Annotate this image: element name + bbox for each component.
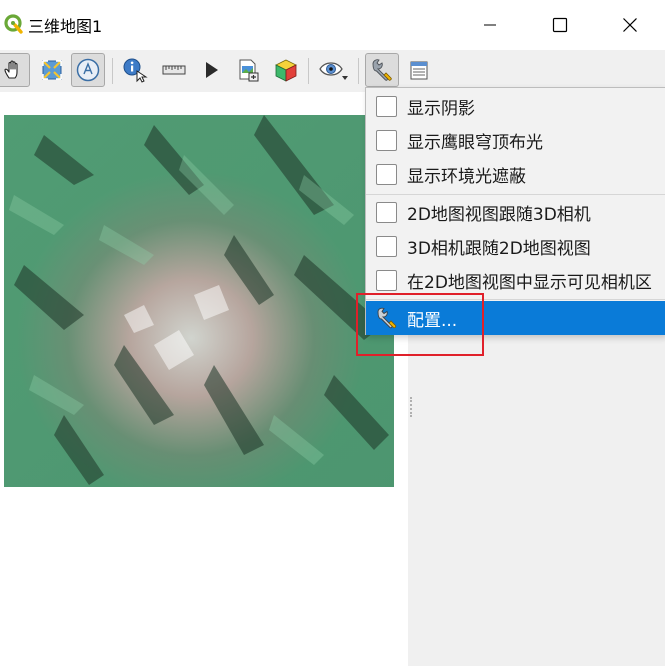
3d-cube-button[interactable] <box>269 53 303 87</box>
toolbar-separator <box>308 58 309 84</box>
options-dropdown-menu: 显示阴影 显示鹰眼穹顶布光 显示环境光遮蔽 2D地图视图跟随3D相机 3D相机跟… <box>365 87 665 335</box>
measure-button[interactable] <box>157 53 191 87</box>
close-icon <box>623 18 637 32</box>
panel-splitter-handle[interactable] <box>410 397 412 417</box>
export-scene-icon <box>239 59 259 82</box>
minimize-icon <box>484 24 496 26</box>
menu-item-show-eye-dome-lighting[interactable]: 显示鹰眼穹顶布光 <box>366 123 665 157</box>
camera-control-icon <box>76 58 100 82</box>
window-title: 三维地图1 <box>28 17 103 36</box>
map-themes-icon <box>410 61 428 80</box>
minimize-button[interactable] <box>455 0 525 50</box>
close-button[interactable] <box>595 0 665 50</box>
options-button[interactable] <box>365 53 399 87</box>
checkbox[interactable] <box>376 95 397 117</box>
zoom-full-button[interactable] <box>35 53 69 87</box>
maximize-button[interactable] <box>525 0 595 50</box>
checkbox[interactable] <box>376 269 397 291</box>
title-bar: 三维地图1 <box>0 0 665 50</box>
checkbox[interactable] <box>376 201 397 223</box>
wrench-icon <box>377 307 397 329</box>
menu-item-label: 3D相机跟随2D地图视图 <box>407 238 591 259</box>
menu-item-2d-follows-3d[interactable]: 2D地图视图跟随3D相机 <box>366 195 665 229</box>
menu-separator <box>366 299 665 300</box>
pan-button[interactable] <box>0 53 30 87</box>
3d-cube-icon <box>275 59 297 82</box>
menu-item-label: 2D地图视图跟随3D相机 <box>407 204 591 225</box>
menu-item-label: 显示阴影 <box>407 98 475 119</box>
configure-label: 配置... <box>407 310 458 331</box>
3d-terrain-render[interactable] <box>4 115 394 487</box>
qgis-logo-icon <box>4 14 23 34</box>
checkbox[interactable] <box>376 163 397 185</box>
identify-button[interactable] <box>118 53 152 87</box>
toolbar-separator <box>112 58 113 84</box>
play-animation-icon <box>206 62 218 78</box>
menu-item-show-ambient-occlusion[interactable]: 显示环境光遮蔽 <box>366 157 665 191</box>
menu-item-label: 显示环境光遮蔽 <box>407 166 526 187</box>
checkbox[interactable] <box>376 129 397 151</box>
view-eye-icon <box>319 62 348 80</box>
options-wrench-icon <box>372 59 392 81</box>
map-3d-toolbar <box>0 50 665 92</box>
toolbar-separator <box>358 58 359 84</box>
map-themes-button[interactable] <box>402 53 436 87</box>
menu-item-show-shadows[interactable]: 显示阴影 <box>366 89 665 123</box>
menu-item-label: 显示鹰眼穹顶布光 <box>407 132 543 153</box>
menu-item-configure[interactable]: 配置... <box>366 301 665 335</box>
menu-item-label: 在2D地图视图中显示可见相机区 <box>407 272 652 293</box>
checkbox[interactable] <box>376 235 397 257</box>
export-scene-button[interactable] <box>231 53 265 87</box>
map-3d-window: 三维地图1 显示阴影 显示鹰眼穹顶布光 显示环境光遮蔽 2D地图视图跟随3D相机… <box>0 0 665 666</box>
menu-item-show-camera-extent-in-2d[interactable]: 在2D地图视图中显示可见相机区 <box>366 263 665 297</box>
measure-ruler-icon <box>162 65 186 75</box>
view-options-button[interactable] <box>316 53 350 87</box>
menu-item-3d-follows-2d[interactable]: 3D相机跟随2D地图视图 <box>366 229 665 263</box>
identify-icon <box>123 58 148 83</box>
play-animation-button[interactable] <box>194 53 228 87</box>
zoom-full-icon <box>42 60 62 80</box>
pan-hand-icon <box>4 60 18 79</box>
maximize-icon <box>552 17 568 33</box>
camera-control-button[interactable] <box>71 53 105 87</box>
